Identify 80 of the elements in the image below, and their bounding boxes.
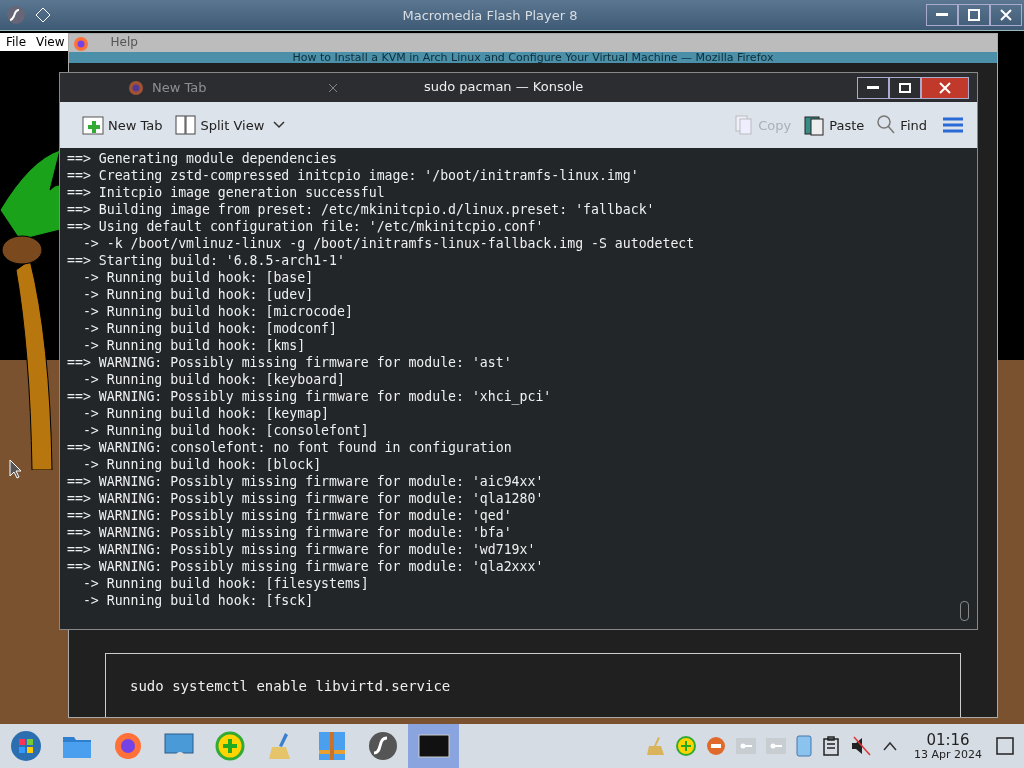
menu-icon[interactable]: [943, 116, 963, 134]
terminal-line: -> -k /boot/vmlinuz-linux -g /boot/initramfs-linux-fallback.img -S autodetect: [81, 235, 695, 252]
caret-icon[interactable]: [272, 120, 287, 130]
scrollbar-handle[interactable]: [960, 601, 969, 621]
split-button[interactable]: Split View: [170, 112, 269, 138]
close-button[interactable]: [990, 4, 1022, 26]
close-icon[interactable]: [328, 82, 338, 93]
clipboard-icon[interactable]: [822, 736, 840, 756]
new-tab-icon: [82, 114, 104, 136]
stop-sign-icon[interactable]: [706, 736, 726, 756]
window-title: How to Install a KVM in Arch Linux and Configure Your Virtual Machine — Mozilla Firefox: [292, 52, 774, 63]
terminal-line: ==> WARNING: Possibly missing firmware for module: 'qla1280': [67, 490, 544, 507]
close-button[interactable]: [921, 76, 969, 99]
terminal-line: ==> WARNING: Possibly missing firmware for module: 'bfa': [67, 524, 512, 541]
terminal-line: -> Running build hook: [consolefont]: [81, 422, 369, 439]
terminal-line: ==> Creating zstd-compressed initcpio image: '/boot/initramfs-linux.img': [67, 167, 639, 184]
paste-button[interactable]: Paste: [799, 112, 869, 138]
phone-icon[interactable]: [796, 735, 812, 757]
copy-icon: [734, 114, 755, 136]
minimize-icon: [936, 13, 948, 17]
restore-icon: [968, 9, 980, 21]
terminal-line: ==> WARNING: Possibly missing firmware for module: 'ast': [67, 354, 512, 371]
restore-button[interactable]: [958, 4, 990, 26]
terminal-line: -> Running build hook: [microcode]: [81, 303, 353, 320]
search-icon: [876, 114, 897, 136]
terminal-line: ==> WARNING: Possibly missing firmware for module: 'aic94xx': [67, 473, 544, 490]
plus-circle-icon[interactable]: [214, 731, 245, 761]
menu-item[interactable]: Help: [110, 35, 138, 49]
start-orb-icon[interactable]: [9, 730, 42, 762]
muted-speaker-icon[interactable]: [850, 736, 872, 756]
fox-globe-icon[interactable]: [112, 731, 143, 761]
terminal-line: ==> WARNING: Possibly missing firmware for module: 'wd719x': [67, 541, 536, 558]
terminal-line: -> Running build hook: [base]: [81, 269, 314, 286]
terminal-line: ==> Building image from preset: /etc/mkinitcpio.d/linux.preset: 'fallback': [67, 201, 655, 218]
maximize-icon: [899, 82, 911, 93]
plus-circle-icon[interactable]: [676, 736, 696, 756]
terminal-line: -> Running build hook: [block]: [81, 456, 322, 473]
window-title: Macromedia Flash Player 8: [401, 7, 579, 23]
code-text: sudo systemctl enable libvirtd.service: [130, 678, 451, 694]
fox-globe-icon: [128, 79, 144, 96]
close-icon: [939, 81, 951, 94]
fox-globe-icon: [73, 36, 89, 52]
minimize-button[interactable]: [926, 4, 958, 26]
mouse-pointer-icon: [9, 459, 23, 479]
search-button[interactable]: Find: [872, 112, 931, 138]
chevron-up-icon[interactable]: [882, 740, 898, 752]
taskbar-app[interactable]: [408, 724, 459, 768]
window-title: sudo pacman — Konsole: [424, 79, 584, 94]
show-desktop-icon[interactable]: [996, 737, 1014, 755]
flash-icon: [6, 5, 26, 25]
menu-item[interactable]: File: [6, 35, 27, 49]
archive-icon[interactable]: [316, 730, 347, 762]
close-icon: [1000, 9, 1012, 21]
menu-item[interactable]: View: [36, 35, 65, 49]
split-view-icon: [174, 114, 197, 136]
monitor-icon[interactable]: [162, 731, 195, 761]
terminal-line: ==> Generating module dependencies: [67, 150, 337, 167]
terminal-line: ==> Using default configuration file: '/etc/mkinitcpio.conf': [67, 218, 544, 235]
terminal-line: ==> WARNING: consolefont: no font found in configuration: [67, 439, 512, 456]
terminal-line: ==> Starting build: '6.8.5-arch1-1': [67, 252, 345, 269]
minimize-icon: [867, 85, 879, 90]
terminal-line: -> Running build hook: [udev]: [81, 286, 314, 303]
terminal-line: -> Running build hook: [keymap]: [81, 405, 329, 422]
terminal-line: -> Running build hook: [modconf]: [81, 320, 337, 337]
terminal-line: ==> Initcpio image generation successful: [67, 184, 385, 201]
terminal-line: ==> WARNING: Possibly missing firmware for module: 'qla2xxx': [67, 558, 544, 575]
flash-icon[interactable]: [367, 731, 398, 761]
newtab-button[interactable]: New Tab: [78, 112, 167, 138]
terminal-icon[interactable]: [417, 733, 450, 759]
terminal-line: -> Running build hook: [keyboard]: [81, 371, 345, 388]
terminal-line: ==> WARNING: Possibly missing firmware for module: 'qed': [67, 507, 512, 524]
terminal-line: -> Running build hook: [filesystems]: [81, 575, 369, 592]
clock[interactable]: 01:16 13 Apr 2024: [914, 731, 982, 761]
maximize-button[interactable]: [889, 76, 921, 99]
terminal-line: ==> WARNING: Possibly missing firmware for module: 'xhci_pci': [67, 388, 552, 405]
paste-icon: [803, 114, 826, 136]
terminal-line: -> Running build hook: [fsck]: [81, 592, 314, 609]
minimize-button[interactable]: [857, 76, 889, 99]
browser-tab[interactable]: New Tab: [120, 73, 348, 102]
terminal-line: -> Running build hook: [kms]: [81, 337, 306, 354]
